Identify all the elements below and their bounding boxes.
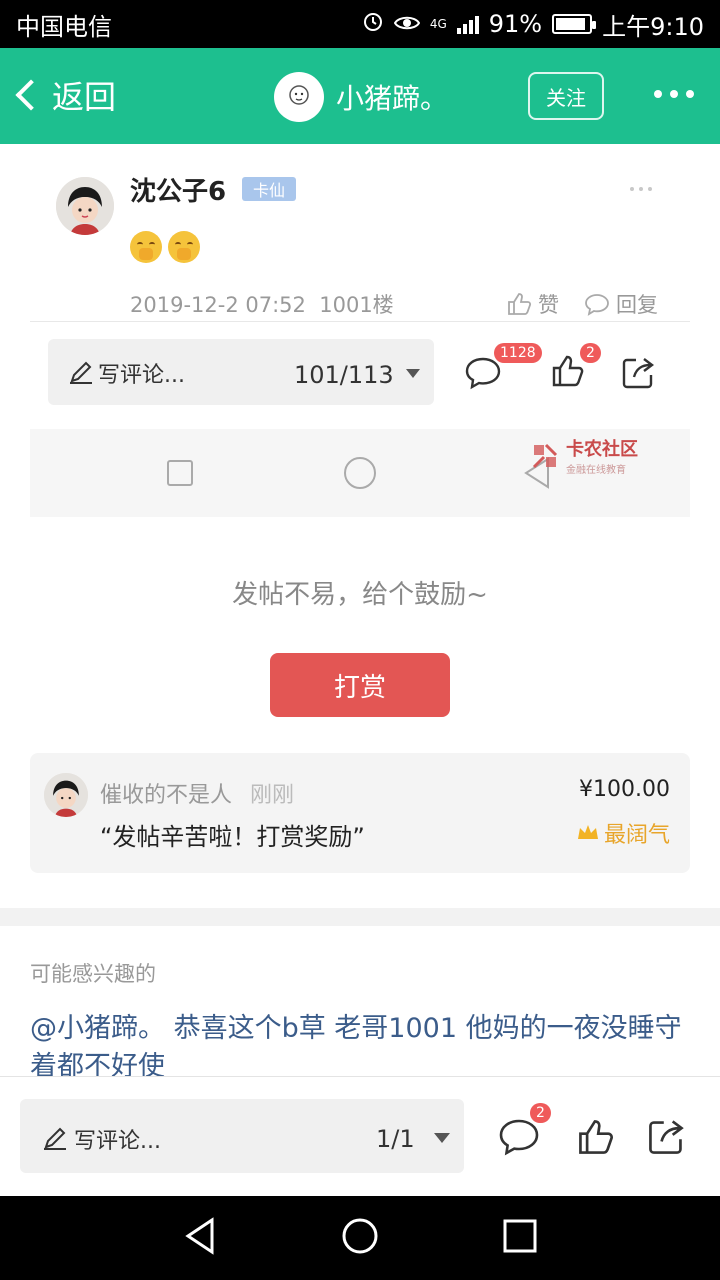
tip-record-card[interactable]: 催收的不是人 刚刚 “发帖辛苦啦！打赏奖励” ¥100.00 最阔气 — [30, 753, 690, 873]
battery-percent: 91% — [488, 10, 543, 38]
screenshot-reply: 回复 — [584, 289, 658, 319]
section-divider — [0, 908, 720, 926]
comment-icon — [585, 294, 609, 316]
battery-icon — [552, 14, 597, 34]
write-comment-label: 写评论... — [74, 1129, 161, 1154]
screenshot-write-box: 写评论... 101/113 — [48, 339, 434, 405]
share-icon — [622, 358, 654, 389]
screenshot-more-icon — [630, 187, 652, 191]
write-comment-input[interactable]: 写评论... 1/1 — [20, 1099, 464, 1173]
comment-icon[interactable] — [498, 1117, 540, 1157]
top-tipper-tag: 最阔气 — [576, 817, 670, 849]
encourage-text: 发帖不易，给个鼓励~ — [232, 580, 488, 610]
back-label: 返回 — [52, 78, 117, 116]
dropdown-triangle-icon — [406, 369, 420, 378]
nav-home-icon[interactable] — [340, 1216, 380, 1256]
shy-face-emoji-icon — [168, 231, 200, 263]
system-nav-bar — [0, 1196, 720, 1280]
post-screenshot-image[interactable]: 沈公子6 卡仙 2019-12-2 07:52 1001楼 赞 回复 写评论..… — [30, 145, 690, 517]
network-label: 4G — [429, 17, 447, 31]
thumbs-up-icon[interactable] — [576, 1117, 616, 1157]
square-icon — [167, 460, 193, 486]
circle-icon — [344, 457, 376, 489]
like-count-badge: 2 — [580, 343, 601, 363]
screenshot-like: 赞 — [506, 289, 559, 319]
reward-button[interactable]: 打赏 — [270, 653, 450, 717]
status-bar: 中国电信 4G 91% 上午9:10 — [0, 0, 720, 48]
shy-face-emoji-icon — [130, 231, 162, 263]
screenshot-username: 沈公子6 — [130, 177, 227, 207]
bottom-comment-bar: 写评论... 1/1 2 — [0, 1076, 720, 1196]
eye-icon — [393, 10, 420, 38]
tipper-avatar[interactable] — [44, 773, 88, 817]
user-avatar[interactable] — [274, 72, 324, 122]
carrier-label: 中国电信 — [16, 12, 112, 41]
clock: 上午9:10 — [602, 12, 704, 41]
tip-message: “发帖辛苦啦！打赏奖励” — [100, 823, 365, 851]
comment-badge: 2 — [530, 1103, 551, 1123]
divider — [30, 321, 690, 322]
page-title: 小猪蹄。 — [336, 82, 449, 115]
alarm-icon — [362, 10, 384, 38]
tip-time: 刚刚 — [250, 783, 295, 808]
back-button[interactable]: 返回 — [14, 72, 116, 118]
screenshot-post-meta: 2019-12-2 07:52 1001楼 — [130, 293, 394, 317]
pencil-icon — [70, 361, 92, 384]
page-indicator[interactable]: 1/1 — [376, 1125, 415, 1153]
nav-back-icon[interactable] — [182, 1216, 218, 1256]
related-post-link[interactable]: @小猪蹄。 恭喜这个b草 老哥1001 他妈的一夜没睡守着都不好使 — [30, 1010, 690, 1076]
top-header: 返回 小猪蹄。 关注 — [0, 48, 720, 144]
nav-recents-icon[interactable] — [502, 1218, 538, 1254]
screenshot-avatar — [56, 177, 114, 235]
more-options-icon[interactable] — [654, 90, 694, 98]
header-title-group[interactable]: 小猪蹄。 — [274, 72, 448, 122]
tip-amount: ¥100.00 — [579, 777, 670, 802]
watermark-logo: 卡农社区 金融在线教育 — [528, 435, 638, 476]
share-icon[interactable] — [646, 1117, 686, 1157]
dropdown-triangle-icon[interactable] — [434, 1133, 450, 1143]
tipper-name[interactable]: 催收的不是人 — [100, 777, 232, 809]
crown-icon — [577, 825, 598, 839]
screenshot-post: 沈公子6 卡仙 2019-12-2 07:52 1001楼 赞 回复 — [30, 145, 690, 323]
thumbs-up-icon — [508, 293, 532, 315]
signal-icon — [456, 14, 479, 34]
screenshot-comment-bar: 写评论... 101/113 1128 2 — [30, 323, 690, 429]
screenshot-user-badge: 卡仙 — [242, 177, 296, 201]
follow-button[interactable]: 关注 — [528, 72, 604, 120]
screenshot-emojis — [130, 231, 200, 263]
related-section-label: 可能感兴趣的 — [30, 962, 156, 986]
comment-count-badge: 1128 — [494, 343, 542, 363]
chevron-left-icon — [15, 79, 47, 111]
pencil-icon — [44, 1127, 66, 1150]
